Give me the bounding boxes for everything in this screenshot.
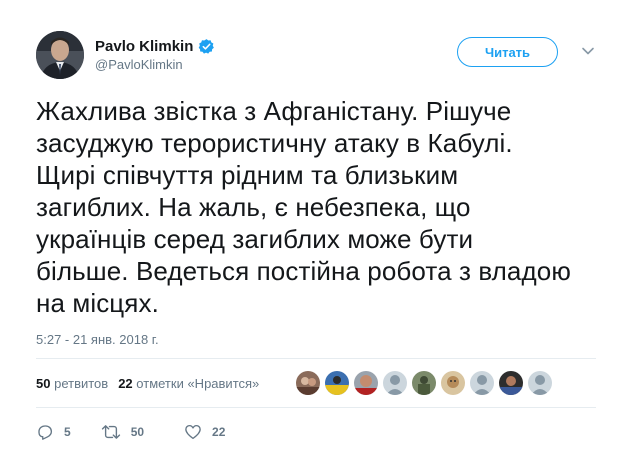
tweet-text-line: більше. Ведеться постійна робота з владо… (36, 256, 571, 286)
like-button[interactable]: 22 (184, 423, 225, 441)
reply-icon (38, 425, 53, 440)
chevron-down-icon[interactable] (581, 44, 595, 58)
retweets-count: 50 (36, 375, 51, 391)
author-avatar[interactable] (36, 31, 84, 79)
verified-badge-icon (198, 38, 215, 55)
retweet-button[interactable]: 50 (101, 423, 144, 441)
tweet-actions: 5 50 22 (36, 423, 265, 441)
liker-avatar[interactable] (412, 371, 436, 395)
author-handle[interactable]: @PavloKlimkin (95, 57, 183, 72)
divider (36, 407, 596, 408)
liker-avatar[interactable] (499, 371, 523, 395)
likes-stat[interactable]: 22 отметки «Нравится» (118, 376, 259, 391)
retweets-label: ретвитов (54, 375, 109, 391)
tweet-text: Жахлива звістка з Афганістану. Рішуче за… (36, 95, 596, 319)
tweet-text-line: Жахлива звістка з Афганістану. Рішуче (36, 96, 512, 126)
retweet-count: 50 (130, 425, 145, 439)
heart-icon (185, 424, 201, 440)
author-name[interactable]: Pavlo Klimkin (95, 38, 193, 55)
likes-count: 22 (118, 375, 133, 391)
like-count: 22 (212, 425, 226, 439)
tweet-text-line: загиблих. На жаль, є небезпека, що (36, 192, 471, 222)
tweet-text-line: Щирі співчуття рідним та близьким (36, 160, 459, 190)
liker-avatars (296, 371, 557, 395)
tweet-timestamp[interactable]: 5:27 - 21 янв. 2018 г. (36, 332, 159, 347)
tweet-text-line: на місцях. (36, 288, 159, 318)
liker-avatar[interactable] (470, 371, 494, 395)
divider (36, 358, 596, 359)
liker-avatar[interactable] (296, 371, 320, 395)
likes-label: отметки «Нравится» (136, 375, 260, 391)
retweets-stat[interactable]: 50 ретвитов (36, 376, 108, 391)
liker-avatar[interactable] (528, 371, 552, 395)
retweet-icon (101, 425, 120, 439)
reply-count: 5 (64, 425, 71, 439)
tweet-card: Pavlo Klimkin @PavloKlimkin Читать Жахли… (0, 0, 629, 461)
reply-button[interactable]: 5 (36, 423, 71, 441)
tweet-stats: 50 ретвитов 22 отметки «Нравится» (36, 371, 269, 395)
liker-avatar[interactable] (354, 371, 378, 395)
tweet-text-line: українців серед загиблих може бути (36, 224, 474, 254)
follow-button[interactable]: Читать (457, 37, 558, 67)
tweet-text-line: засуджую терористичну атаку в Кабулі. (36, 128, 513, 158)
liker-avatar[interactable] (325, 371, 349, 395)
liker-avatar[interactable] (383, 371, 407, 395)
liker-avatar[interactable] (441, 371, 465, 395)
